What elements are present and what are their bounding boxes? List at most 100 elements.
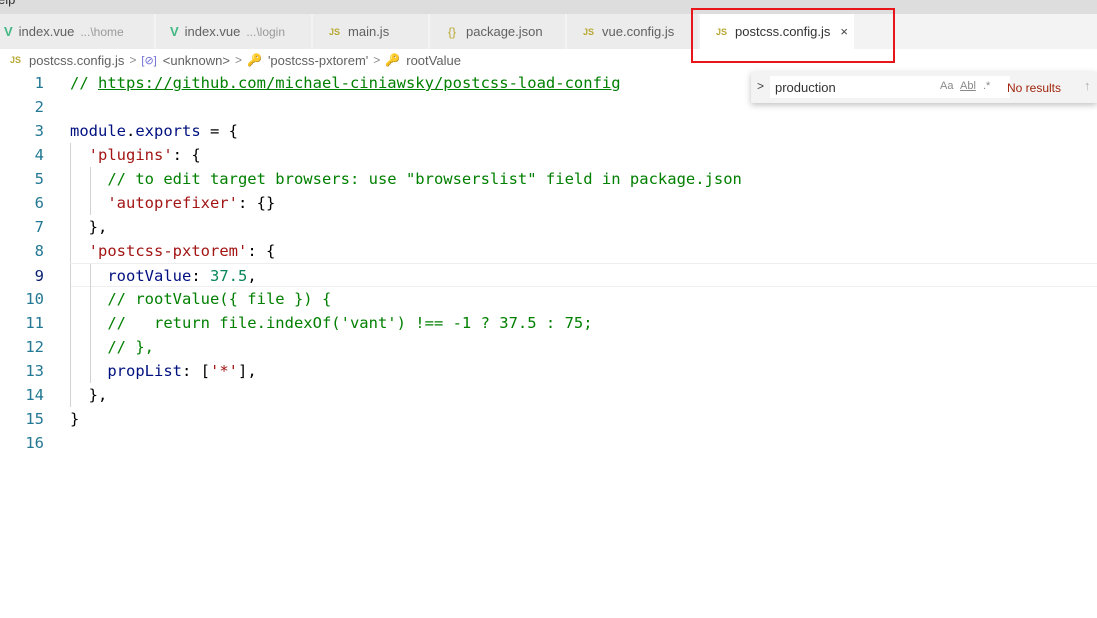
tab-vue-config-js[interactable]: JS vue.config.js — [567, 14, 699, 49]
breadcrumb-unknown[interactable]: <unknown> — [163, 53, 230, 68]
find-result-count: No results — [1007, 81, 1062, 95]
tab-postcss-config-js[interactable]: JS postcss.config.js × — [700, 14, 855, 49]
chevron-right-icon: > — [129, 53, 137, 67]
tab-main-js[interactable]: JS main.js — [313, 14, 429, 49]
line-number: 8 — [34, 242, 44, 260]
line-number: 3 — [34, 122, 44, 140]
code-token: : — [191, 267, 210, 285]
code-token: . — [126, 122, 136, 140]
tab-index-vue-login[interactable]: Vindex.vue ...\login — [156, 14, 312, 49]
code-line[interactable]: 13 propList: ['*'], — [0, 359, 1097, 383]
tab-label: main.js — [348, 24, 390, 39]
code-token: , — [247, 267, 257, 285]
line-number: 1 — [34, 74, 44, 92]
code-line[interactable]: 10 // rootValue({ file }) { — [0, 287, 1097, 311]
line-number: 14 — [25, 386, 44, 404]
breadcrumb-file[interactable]: postcss.config.js — [29, 53, 124, 68]
code-text: rootValue: 37.5, — [70, 264, 257, 288]
tab-label: postcss.config.js — [735, 24, 831, 39]
code-line[interactable]: 15} — [0, 407, 1097, 431]
regex-icon[interactable]: .* — [983, 80, 990, 92]
line-number: 13 — [25, 362, 44, 380]
code-token: } — [70, 410, 80, 428]
code-token: : {} — [237, 194, 276, 212]
code-line[interactable]: 8 'postcss-pxtorem': { — [0, 239, 1097, 263]
line-number: 2 — [34, 98, 44, 116]
tab-label: index.vue — [18, 24, 75, 39]
code-line[interactable]: 3 module.exports = { — [0, 119, 1097, 143]
tab-index-vue-home[interactable]: Vindex.vue ...\home — [0, 14, 155, 49]
code-token: https://github.com/michael-ciniawsky/pos… — [98, 74, 621, 92]
code-token: 37.5 — [210, 267, 248, 285]
code-text: // rootValue({ file }) { — [70, 287, 331, 311]
code-token: // return file.indexOf('vant') !== -1 ? … — [107, 314, 593, 332]
breadcrumb-rootvalue[interactable]: rootValue — [406, 53, 461, 68]
code-text: // https://github.com/michael-ciniawsky/… — [70, 71, 621, 95]
code-token: propList — [107, 362, 182, 380]
code-token: // }, — [107, 338, 154, 356]
code-line[interactable]: 5 // to edit target browsers: use "brows… — [0, 167, 1097, 191]
symbol-key-icon: 🔑 — [385, 53, 401, 67]
code-token: 'autoprefixer' — [107, 194, 238, 212]
code-token: = { — [200, 122, 238, 140]
code-text: 'autoprefixer': {} — [70, 191, 275, 215]
code-line[interactable]: 9 rootValue: 37.5, — [35, 263, 1097, 288]
tab-label: vue.config.js — [602, 24, 675, 39]
code-token: : { — [247, 242, 276, 260]
whole-word-icon[interactable]: Abl — [960, 80, 976, 92]
line-number: 5 — [34, 170, 44, 188]
line-number: 15 — [25, 410, 44, 428]
tab-package-json[interactable]: {} package.json — [430, 14, 566, 49]
code-token: ], — [237, 362, 257, 380]
menu-item-help[interactable]: elp — [0, 0, 15, 7]
code-token: // — [70, 74, 98, 92]
chevron-right-icon: > — [373, 53, 381, 67]
line-number: 11 — [25, 314, 44, 332]
code-line[interactable]: 6 'autoprefixer': {} — [0, 191, 1097, 215]
code-text: } — [70, 407, 79, 431]
code-text: }, — [70, 383, 108, 407]
code-line[interactable]: 4 'plugins': { — [0, 143, 1097, 167]
code-token: // rootValue({ file }) { — [107, 290, 332, 308]
code-token: : { — [172, 146, 201, 164]
line-number: 9 — [34, 267, 44, 285]
js-icon: JS — [329, 26, 341, 37]
toggle-replace-icon[interactable]: > — [757, 79, 764, 93]
code-line[interactable]: 12 // }, — [0, 335, 1097, 359]
tab-description: ...\home — [80, 24, 124, 39]
tab-label: index.vue — [184, 24, 241, 39]
breadcrumb-pxtorem[interactable]: 'postcss-pxtorem' — [268, 53, 368, 68]
code-text: 'plugins': { — [70, 143, 201, 167]
code-text: propList: ['*'], — [70, 359, 257, 383]
code-line[interactable]: 11 // return file.indexOf('vant') !== -1… — [0, 311, 1097, 335]
code-line[interactable]: 16 — [0, 431, 1097, 455]
close-icon[interactable]: × — [840, 24, 848, 39]
code-token: : [ — [181, 362, 210, 380]
arrow-up-icon[interactable]: ↑ — [1084, 78, 1091, 93]
code-line[interactable]: 14 }, — [0, 383, 1097, 407]
tab-label: package.json — [466, 24, 543, 39]
breadcrumb: JS postcss.config.js > [⊘] <unknown> > 🔑… — [0, 49, 1097, 71]
symbol-variable-icon: [⊘] — [141, 54, 157, 67]
code-text: // to edit target browsers: use "browser… — [70, 167, 742, 191]
code-token: 'plugins' — [88, 146, 173, 164]
editor-tab-bar: Vindex.vue ...\home Vindex.vue ...\login JS m… — [0, 14, 1097, 49]
json-icon: {} — [448, 24, 457, 39]
js-file-icon: JS — [10, 55, 22, 65]
code-text: 'postcss-pxtorem': { — [70, 239, 276, 263]
line-number: 10 — [25, 290, 44, 308]
match-case-icon[interactable]: Aa — [940, 80, 953, 92]
code-token: exports — [135, 122, 201, 140]
line-number: 6 — [34, 194, 44, 212]
js-icon: JS — [716, 26, 728, 37]
code-text: module.exports = { — [70, 119, 238, 143]
code-editor[interactable]: 1 // https://github.com/michael-ciniawsky… — [0, 71, 1097, 618]
code-line[interactable]: 7 }, — [0, 215, 1097, 239]
line-number: 12 — [25, 338, 44, 356]
